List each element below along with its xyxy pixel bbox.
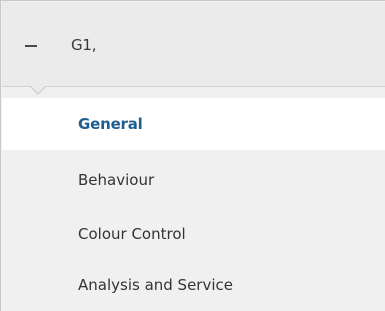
menu-item-label: Colour Control [78,225,186,243]
menu-list: General Behaviour Colour Control Analysi… [2,98,385,311]
minus-icon[interactable] [24,42,40,52]
menu-item-label: Behaviour [78,171,155,189]
menu-item-behaviour[interactable]: Behaviour [2,150,385,206]
menu-item-label: General [78,115,143,133]
menu-item-colour-control[interactable]: Colour Control [2,206,385,259]
group-header[interactable]: G1, [2,2,385,87]
menu-item-label: Analysis and Service [78,276,233,294]
navigation-panel: G1, General Behaviour Colour Control Ana… [0,0,385,311]
menu-item-general[interactable]: General [2,98,385,150]
group-title: G1, [71,36,97,54]
menu-item-analysis-and-service[interactable]: Analysis and Service [2,259,385,311]
header-pointer-arrow [30,86,46,95]
